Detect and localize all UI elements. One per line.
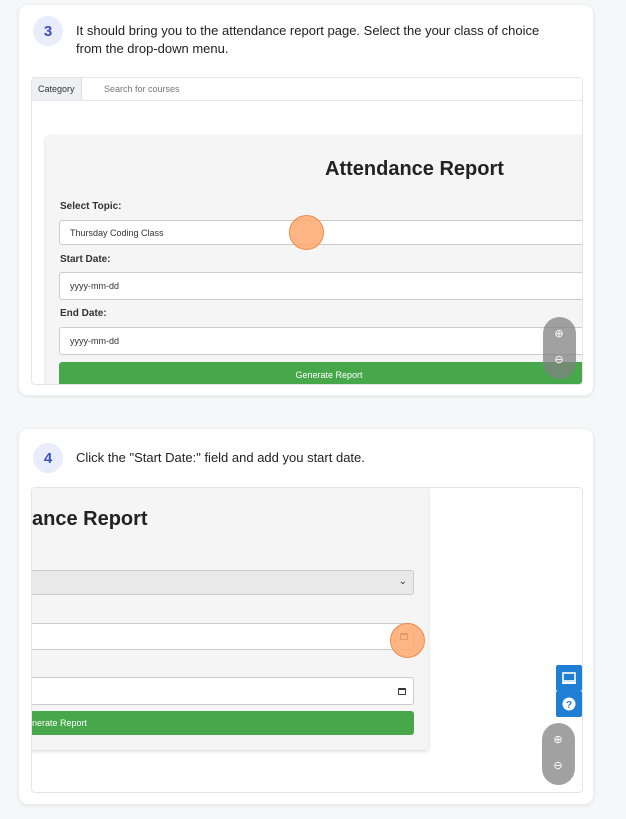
- generate-report-button[interactable]: Generate Report: [59, 362, 582, 384]
- attendance-report-panel: Attendance Report Select Topic: Thursday…: [46, 136, 582, 384]
- click-marker: [390, 623, 425, 658]
- step-instruction: Click the "Start Date:" field and add yo…: [76, 450, 365, 465]
- course-tabbar: Category Search for courses: [32, 78, 582, 101]
- monitor-icon[interactable]: [556, 665, 582, 691]
- zoom-out-icon[interactable]: ⊖: [552, 353, 566, 367]
- report-title: Attendance Report: [325, 158, 504, 180]
- svg-text:?: ?: [566, 700, 572, 711]
- help-icon[interactable]: ?: [556, 691, 582, 717]
- course-search-input[interactable]: Search for courses: [104, 78, 180, 100]
- end-date-input[interactable]: [32, 677, 414, 705]
- step-number-badge: 4: [33, 443, 63, 473]
- generate-report-button[interactable]: nerate Report: [32, 711, 414, 735]
- zoom-controls: ⊕ ⊖: [542, 723, 575, 785]
- select-topic-label: Select Topic:: [60, 201, 122, 212]
- step-instruction: It should bring you to the attendance re…: [76, 23, 540, 56]
- step-number-badge: 3: [33, 16, 63, 46]
- tab-category[interactable]: Category: [32, 78, 82, 100]
- step-card-3: 3 It should bring you to the attendance …: [18, 4, 594, 396]
- topic-select[interactable]: ⌄: [32, 570, 414, 595]
- start-date-input[interactable]: [32, 623, 414, 650]
- screenshot-frame: Category Search for courses Attendance R…: [31, 77, 583, 385]
- click-marker: [289, 215, 324, 250]
- report-title: ance Report: [32, 508, 148, 530]
- end-date-label: End Date:: [60, 308, 107, 319]
- calendar-icon[interactable]: [398, 688, 406, 695]
- attendance-report-panel: ance Report ⌄ nerate Report: [32, 488, 428, 750]
- zoom-in-icon[interactable]: ⊕: [551, 733, 565, 747]
- step-card-4: 4 Click the "Start Date:" field and add …: [18, 428, 594, 805]
- zoom-controls: ⊕ ⊖: [543, 317, 576, 379]
- zoom-in-icon[interactable]: ⊕: [552, 327, 566, 341]
- zoom-out-icon[interactable]: ⊖: [551, 759, 565, 773]
- screenshot-frame: ance Report ⌄ nerate Report ⊕ ⊖: [31, 487, 583, 793]
- start-date-input[interactable]: yyyy-mm-dd: [59, 272, 582, 300]
- end-date-input[interactable]: yyyy-mm-dd: [59, 327, 582, 355]
- start-date-label: Start Date:: [60, 254, 111, 265]
- chevron-down-icon: ⌄: [398, 576, 407, 587]
